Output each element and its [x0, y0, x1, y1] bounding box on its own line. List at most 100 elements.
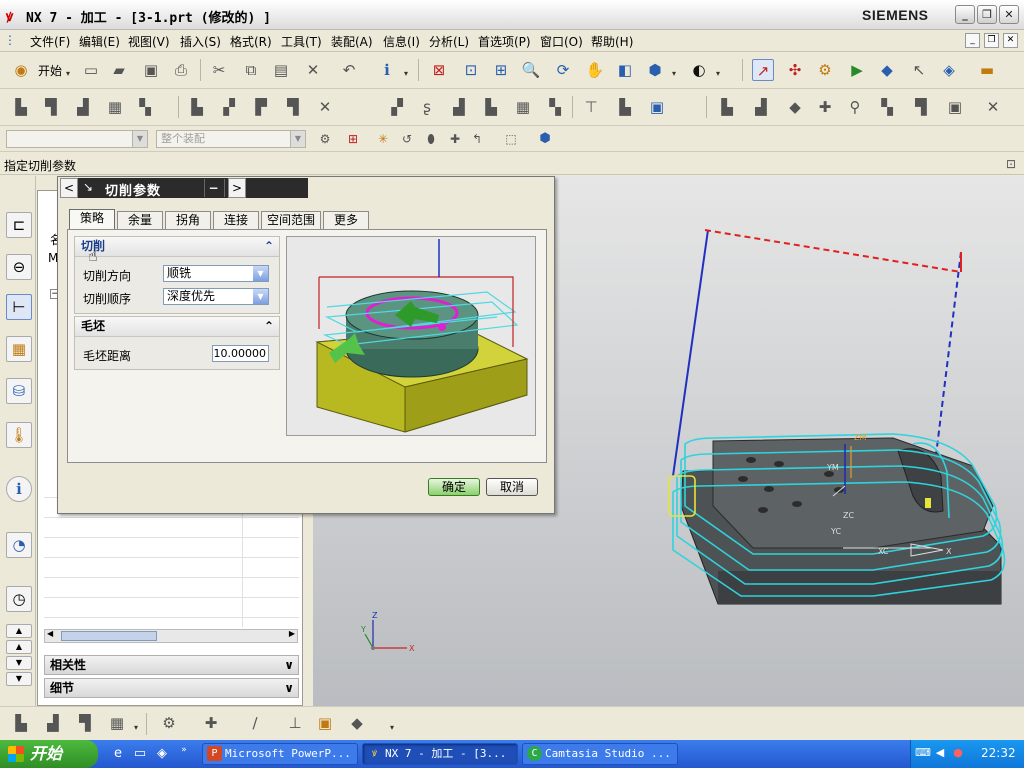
pan-icon[interactable]: ✋	[584, 59, 606, 81]
chevron-down-icon[interactable]: ▼	[253, 289, 268, 304]
edit-operation-icon[interactable]: ▞	[386, 96, 408, 118]
feature-icon-6[interactable]: ▚	[876, 96, 898, 118]
restore-button[interactable]: ❐	[977, 5, 997, 24]
zoom-icon[interactable]: 🔍	[520, 59, 542, 81]
dialog-back-icon[interactable]: <	[60, 178, 78, 198]
snap-point-icon[interactable]: ⊞	[342, 128, 364, 150]
feature-dropdown-icon[interactable]: ▾	[390, 723, 394, 732]
delete-icon[interactable]: ✕	[302, 59, 324, 81]
selection-dropdown-icon[interactable]: ▾	[404, 69, 408, 78]
simulate-icon[interactable]: ▚	[544, 96, 566, 118]
feature-icon-5[interactable]: ⚲	[844, 96, 866, 118]
nx-start-icon[interactable]: ◉	[10, 59, 32, 81]
tab-stock[interactable]: 余量	[117, 211, 163, 230]
assembly-tool-icon-4[interactable]: ▦	[106, 712, 128, 734]
feature-icon-2[interactable]: ▟	[750, 96, 772, 118]
scroll-up-icon[interactable]: ▲	[6, 624, 32, 638]
zoom-window-icon[interactable]: ⊞	[490, 59, 512, 81]
view-dropdown-icon[interactable]: ▾	[672, 69, 676, 78]
datum-icon[interactable]: ⊥	[284, 712, 306, 734]
collapse-up-icon[interactable]: ⌃	[264, 317, 274, 336]
media-quicklaunch-icon[interactable]: ◈	[154, 746, 170, 762]
undo-icon[interactable]: ↶	[338, 59, 360, 81]
post-icon[interactable]: ◈	[938, 59, 960, 81]
cut-order-select[interactable]: 深度优先 ▼	[163, 288, 269, 305]
shell-icon[interactable]: ▣	[314, 712, 336, 734]
tab-connections[interactable]: 连接	[213, 211, 259, 230]
mdi-close-icon[interactable]: ✕	[1003, 33, 1018, 48]
create-tool-icon[interactable]: ▜	[40, 96, 62, 118]
navigator-horizontal-scrollbar[interactable]: ◀ ▶	[44, 629, 298, 643]
copy-icon[interactable]: ⧉	[240, 59, 262, 81]
feature-icon-3[interactable]: ◆	[784, 96, 806, 118]
replay-icon[interactable]: ▙	[480, 96, 502, 118]
cue-line-toggle-icon[interactable]: ⊡	[1000, 153, 1022, 175]
start-menu-label[interactable]: 开始	[38, 62, 62, 79]
create-method-icon[interactable]: ▦	[104, 96, 126, 118]
chevron-down-icon[interactable]: ▼	[253, 266, 268, 281]
scroll-right-icon[interactable]: ▶	[289, 629, 295, 638]
intersection-icon[interactable]: ✚	[444, 128, 466, 150]
keyboard-tray-icon[interactable]: ⌨	[915, 746, 931, 760]
3d-selection-icon[interactable]: ⬢	[534, 128, 556, 150]
create-operation-icon[interactable]: ▚	[134, 96, 156, 118]
record-tray-icon[interactable]: ●	[951, 746, 965, 760]
tab-corners[interactable]: 拐角	[165, 211, 211, 230]
reuse-library-tab-icon[interactable]: ⛁	[6, 378, 32, 404]
cancel-button[interactable]: 取消	[486, 478, 538, 496]
wcs-icon[interactable]: ↗	[752, 59, 774, 81]
tab-strategy[interactable]: 策略	[69, 209, 115, 230]
select-box-icon[interactable]: ⬚	[500, 128, 522, 150]
feature-icon-1[interactable]: ▙	[716, 96, 738, 118]
delete-operation-icon[interactable]: ✕	[314, 96, 336, 118]
fit-view-icon[interactable]: ⊠	[428, 59, 450, 81]
cut-icon[interactable]: ✂	[208, 59, 230, 81]
scroll-left-icon[interactable]: ◀	[47, 629, 53, 638]
feature-icon-4[interactable]: ✚	[814, 96, 836, 118]
nx-app-icon[interactable]: ꝟ	[6, 7, 13, 26]
mdi-restore-icon[interactable]: ❐	[984, 33, 999, 48]
cut-group-header[interactable]: 切削 ⌃	[75, 237, 279, 257]
blank-group-header[interactable]: 毛坯 ⌃	[75, 317, 279, 337]
chevron-down-icon[interactable]: ▼	[132, 131, 147, 147]
menu-analysis[interactable]: 分析(L)	[429, 33, 469, 50]
generate-icon[interactable]: ▶	[846, 59, 868, 81]
shading-dropdown-icon[interactable]: ▾	[716, 69, 720, 78]
quicklaunch-overflow-icon[interactable]: »	[176, 742, 192, 758]
gear-icon[interactable]: ⚙	[158, 712, 180, 734]
assembly-tool-icon-3[interactable]: ▜	[74, 712, 96, 734]
tray-expand-icon[interactable]: ◀	[933, 746, 947, 760]
cut-region-icon[interactable]: ▟	[448, 96, 470, 118]
create-program-icon[interactable]: ▙	[10, 96, 32, 118]
general-filter-icon[interactable]: ⚙	[314, 128, 336, 150]
endpoint-icon[interactable]: ✳	[372, 128, 394, 150]
cut-direction-select[interactable]: 顺铣 ▼	[163, 265, 269, 282]
ok-button[interactable]: 确定	[428, 478, 480, 496]
selection-info-icon[interactable]: ℹ	[376, 59, 398, 81]
scroll-down-icon[interactable]: ▼	[6, 672, 32, 686]
wcs-dynamic-icon[interactable]: ✣	[784, 59, 806, 81]
scrollbar-thumb[interactable]	[61, 631, 157, 641]
curve-icon[interactable]: ∕	[244, 712, 266, 734]
menu-insert[interactable]: 插入(S)	[180, 33, 221, 50]
create-geometry-icon[interactable]: ▟	[72, 96, 94, 118]
menu-view[interactable]: 视图(V)	[128, 33, 170, 50]
machine-tool-navigator-tab-icon[interactable]: ▦	[6, 336, 32, 362]
blank-distance-input[interactable]: 10.00000	[212, 345, 269, 362]
ie-quicklaunch-icon[interactable]: e	[110, 746, 126, 762]
chevron-down-icon[interactable]: ▼	[290, 131, 305, 147]
scroll-down-small-icon[interactable]: ▼	[6, 656, 32, 670]
clock-tab-icon[interactable]: ◷	[6, 586, 32, 612]
tool-path-icon[interactable]: ⚙	[814, 59, 836, 81]
method-view-icon[interactable]: ▜	[282, 96, 304, 118]
assembly-navigator-tab-icon[interactable]: ⊏	[6, 212, 32, 238]
details-section[interactable]: 细节 ∨	[44, 678, 299, 698]
path-icon[interactable]: ʂ	[416, 96, 438, 118]
menu-edit[interactable]: 编辑(E)	[79, 33, 120, 50]
arc-center-icon[interactable]: ↺	[396, 128, 418, 150]
rotate-icon[interactable]: ⟳	[552, 59, 574, 81]
menu-assembly[interactable]: 装配(A)	[331, 33, 373, 50]
constraint-navigator-tab-icon[interactable]: ⊖	[6, 254, 32, 280]
start-dropdown-icon[interactable]: ▾	[66, 69, 70, 78]
menu-file[interactable]: 文件(F)	[30, 33, 70, 50]
